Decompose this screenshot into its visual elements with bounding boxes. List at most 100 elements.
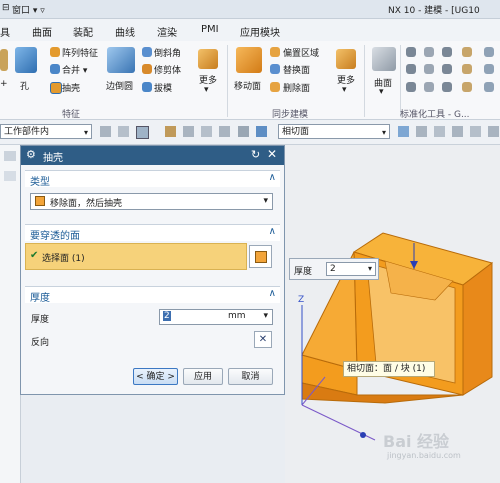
- hole-icon[interactable]: [15, 47, 37, 73]
- menu-app-modules[interactable]: 应用模块: [240, 24, 280, 39]
- snap-icon[interactable]: [201, 126, 212, 137]
- dialog-title-bar[interactable]: ⚙ 抽壳 ↻ ✕: [21, 146, 284, 165]
- cancel-button[interactable]: 取消: [228, 368, 273, 385]
- scope-dropdown[interactable]: 工作部件内 ▾: [0, 124, 92, 139]
- chevron-down-icon[interactable]: ▾: [379, 87, 384, 97]
- shell-icon[interactable]: [50, 82, 62, 94]
- menu-tools[interactable]: 具: [0, 24, 10, 39]
- feature-icon[interactable]: [0, 49, 8, 71]
- menu-surface[interactable]: 曲面: [32, 24, 52, 39]
- pattern-feature-icon[interactable]: [50, 47, 60, 57]
- menu-assembly[interactable]: 装配: [73, 24, 93, 39]
- thickness-header: 厚度: [30, 293, 50, 304]
- reverse-direction-button[interactable]: ✕: [254, 331, 272, 348]
- snap-icon[interactable]: [434, 126, 445, 137]
- snap-icon[interactable]: [452, 126, 463, 137]
- replace-face-label[interactable]: 替换面: [283, 63, 310, 76]
- filter-icon[interactable]: [118, 126, 129, 137]
- edge-blend-icon[interactable]: [107, 47, 135, 73]
- menu-pmi[interactable]: PMI: [201, 24, 219, 35]
- combine-icon[interactable]: [50, 64, 60, 74]
- trim-body-icon[interactable]: [142, 64, 152, 74]
- snap-icon[interactable]: [470, 126, 481, 137]
- chevron-up-icon[interactable]: ∧: [269, 172, 276, 183]
- more-sync-icon[interactable]: [336, 49, 356, 69]
- std-tool-icon[interactable]: [442, 64, 452, 74]
- delete-face-icon[interactable]: [270, 82, 280, 92]
- std-tool-icon[interactable]: [462, 82, 472, 92]
- std-tool-icon[interactable]: [424, 64, 434, 74]
- move-face-icon[interactable]: [236, 47, 262, 73]
- std-tool-icon[interactable]: [462, 47, 472, 57]
- chevron-down-icon[interactable]: ▾: [204, 85, 209, 95]
- snap-icon[interactable]: [183, 126, 194, 137]
- chamfer-label[interactable]: 倒斜角: [154, 46, 181, 59]
- type-section-header[interactable]: 类型 ∧: [25, 170, 280, 188]
- menu-curve[interactable]: 曲线: [115, 24, 135, 39]
- offset-region-icon[interactable]: [270, 47, 280, 57]
- menu-render[interactable]: 渲染: [157, 24, 177, 39]
- snap-icon[interactable]: [256, 126, 267, 137]
- snap-icon[interactable]: [416, 126, 427, 137]
- chevron-up-icon[interactable]: ∧: [269, 288, 276, 299]
- group-std-label: 标准化工具 - G...: [400, 110, 470, 120]
- ok-button[interactable]: < 确定 >: [133, 368, 178, 385]
- watermark: Bai 经验: [383, 432, 450, 451]
- thickness-input[interactable]: 2 mm ▾: [159, 309, 273, 325]
- combine-label[interactable]: 合并 ▾: [62, 63, 87, 76]
- app-icon[interactable]: ⊟: [2, 3, 10, 13]
- thickness-section-header[interactable]: 厚度 ∧: [25, 286, 280, 304]
- type-dropdown[interactable]: 移除面，然后抽壳 ▾: [30, 193, 273, 210]
- resource-tab[interactable]: [4, 171, 16, 181]
- close-icon[interactable]: ✕: [267, 147, 277, 161]
- snap-icon[interactable]: [488, 126, 499, 137]
- std-tool-icon[interactable]: [462, 64, 472, 74]
- std-tool-icon[interactable]: [484, 82, 494, 92]
- reset-icon[interactable]: ↻: [251, 148, 260, 161]
- snap-icon[interactable]: [165, 126, 176, 137]
- face-rule-dropdown[interactable]: 相切面 ▾: [278, 124, 390, 139]
- edge-blend-label[interactable]: 边倒圆: [106, 79, 133, 92]
- delete-face-label[interactable]: 删除面: [283, 81, 310, 94]
- snap-icon[interactable]: [398, 126, 409, 137]
- std-tool-icon[interactable]: [406, 47, 416, 57]
- std-tool-icon[interactable]: [442, 82, 452, 92]
- trim-body-label[interactable]: 修剪体: [154, 63, 181, 76]
- std-tool-icon[interactable]: [424, 47, 434, 57]
- chamfer-icon[interactable]: [142, 47, 152, 57]
- shell-icon: [35, 196, 45, 206]
- std-tool-icon[interactable]: [406, 82, 416, 92]
- resource-tab[interactable]: [4, 151, 16, 161]
- face-select-button[interactable]: [249, 245, 272, 268]
- move-face-label[interactable]: 移动面: [234, 79, 261, 92]
- select-face-row[interactable]: ✔ 选择面 (1): [25, 243, 247, 270]
- pattern-feature-label[interactable]: 阵列特征: [62, 46, 98, 59]
- on-screen-input[interactable]: 厚度 2 ▾: [289, 258, 379, 280]
- std-tool-icon[interactable]: [484, 64, 494, 74]
- std-tool-icon[interactable]: [406, 64, 416, 74]
- pierce-section-header[interactable]: 要穿透的面 ∧: [25, 224, 280, 242]
- surface-icon[interactable]: [372, 47, 396, 71]
- more-features-icon[interactable]: [198, 49, 218, 69]
- window-menu[interactable]: 窗口 ▾ ▿: [12, 3, 45, 16]
- combine-label-text[interactable]: 合并: [62, 66, 80, 76]
- graphics-window[interactable]: Z 厚度 2 ▾ 相切面：面 / 块 (1) Bai 经验 jingyan.ba…: [285, 145, 500, 483]
- chevron-down-icon[interactable]: ▾: [342, 85, 347, 95]
- std-tool-icon[interactable]: [442, 47, 452, 57]
- hole-label[interactable]: 孔: [20, 79, 29, 92]
- draft-icon[interactable]: [142, 82, 152, 92]
- window-menu-label[interactable]: 窗口: [12, 6, 30, 16]
- apply-button[interactable]: 应用: [183, 368, 223, 385]
- on-screen-thickness-input[interactable]: 2 ▾: [326, 262, 376, 276]
- snap-icon[interactable]: [136, 126, 149, 139]
- std-tool-icon[interactable]: [424, 82, 434, 92]
- std-tool-icon[interactable]: [484, 47, 494, 57]
- replace-face-icon[interactable]: [270, 64, 280, 74]
- offset-region-label[interactable]: 偏置区域: [283, 46, 319, 59]
- filter-icon[interactable]: [100, 126, 111, 137]
- chevron-up-icon[interactable]: ∧: [269, 226, 276, 237]
- shell-label[interactable]: 抽壳: [62, 81, 80, 94]
- snap-icon[interactable]: [219, 126, 230, 137]
- snap-icon[interactable]: [238, 126, 249, 137]
- draft-label[interactable]: 拔模: [154, 81, 172, 94]
